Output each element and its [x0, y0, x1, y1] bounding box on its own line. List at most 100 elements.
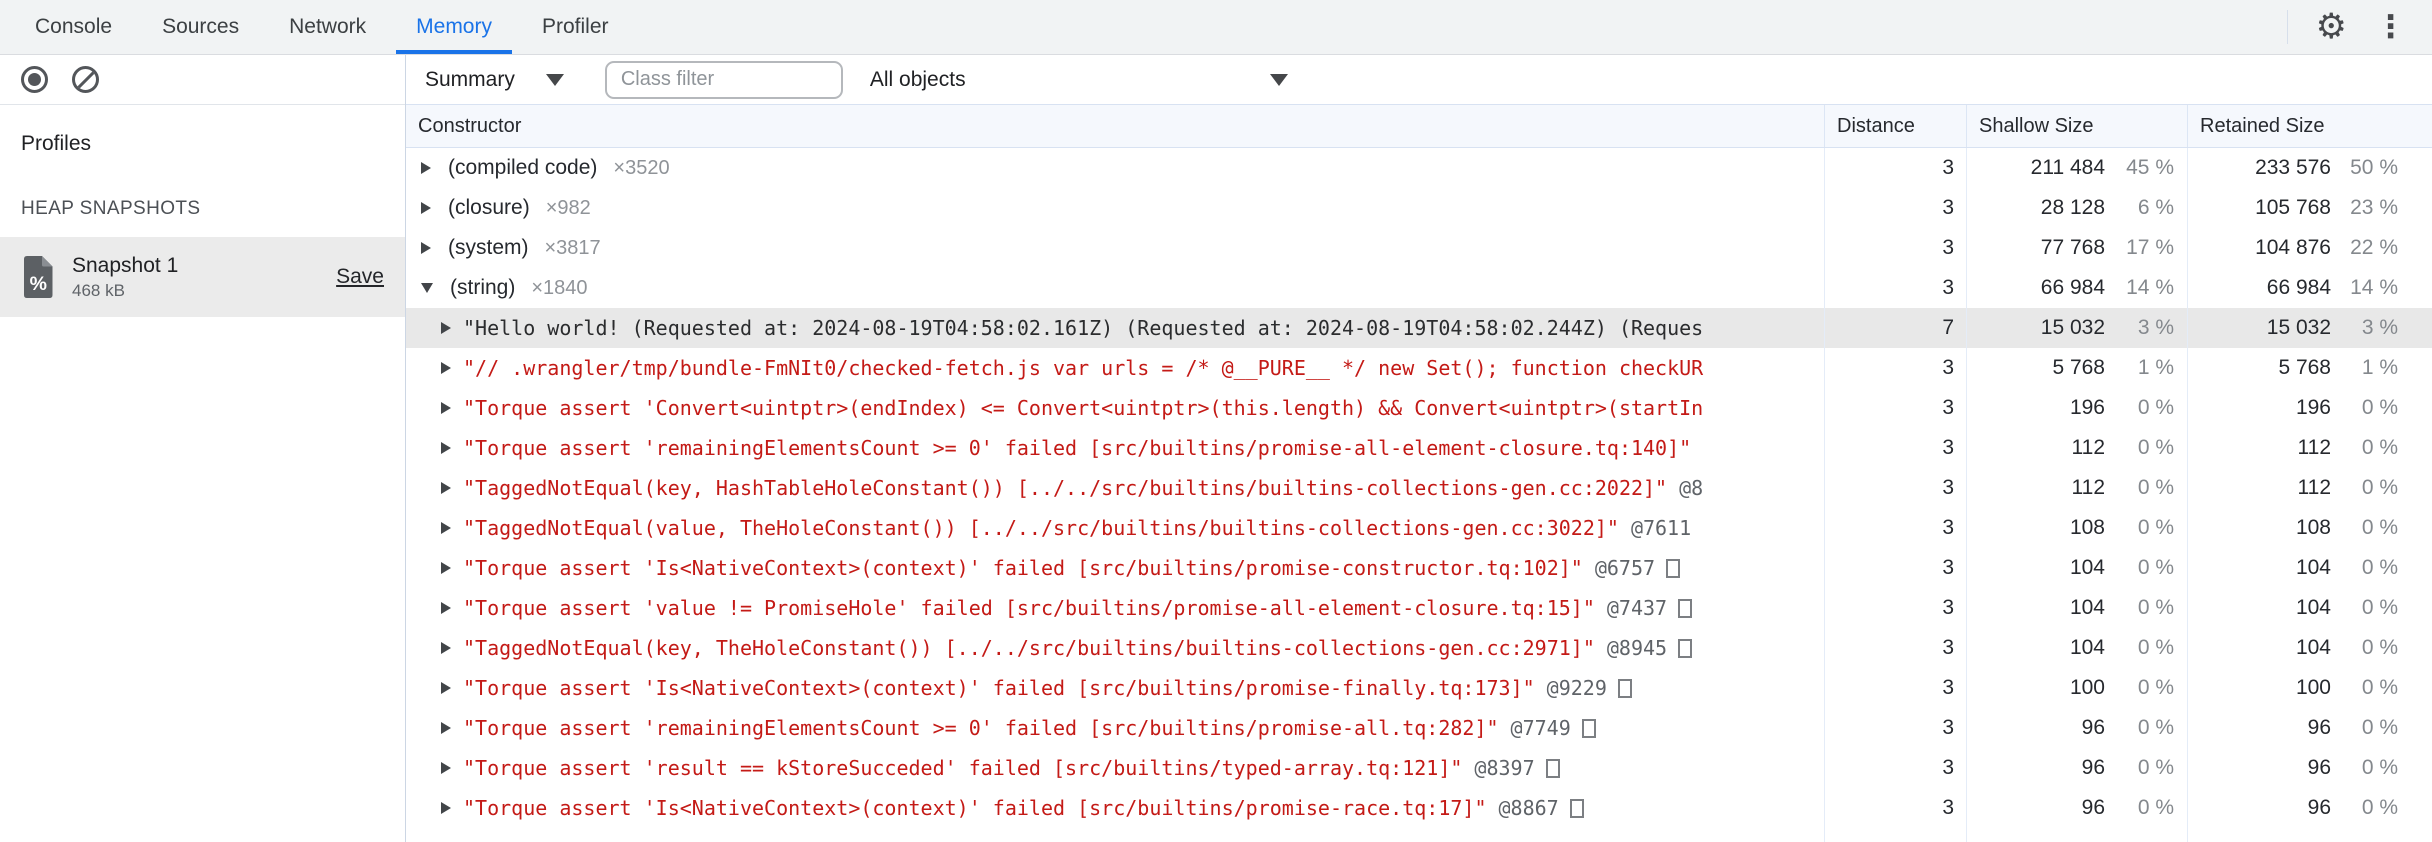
column-header-retained-size[interactable]: Retained Size [2187, 105, 2432, 147]
expander-icon[interactable] [441, 762, 451, 774]
retained-size-cell: 96 0 % [2307, 796, 2398, 819]
expander-icon[interactable] [421, 242, 431, 254]
table-row[interactable]: (string) ×1840 3 66 984 14 % 66 984 14 % [406, 268, 2432, 308]
expander-icon[interactable] [421, 283, 433, 293]
table-row[interactable]: "Torque assert 'result == kStoreSucceded… [406, 748, 2432, 788]
constructor-name: "TaggedNotEqual(value, TheHoleConstant()… [463, 516, 1619, 540]
distance-cell: 3 [1942, 356, 1954, 379]
distance-cell: 3 [1942, 596, 1954, 619]
heap-snapshot-view: Summary All objects Constructor Distance… [406, 55, 2432, 842]
gear-icon[interactable]: ⚙ [2316, 9, 2347, 45]
expander-icon[interactable] [441, 402, 451, 414]
tab-network[interactable]: Network [264, 0, 391, 54]
snapshot-list-item[interactable]: % Snapshot 1 468 kB Save [0, 237, 405, 317]
profiles-sidebar-pane: Profiles HEAP SNAPSHOTS % Snapshot 1 468… [0, 55, 406, 842]
table-row[interactable]: "TaggedNotEqual(key, TheHoleConstant()) … [406, 628, 2432, 668]
instance-count: ×1840 [531, 276, 588, 299]
heap-snapshot-file-icon: % [24, 256, 53, 298]
expander-icon[interactable] [441, 562, 451, 574]
perspective-select[interactable]: Summary [425, 68, 564, 92]
panel-body: Profiles HEAP SNAPSHOTS % Snapshot 1 468… [0, 55, 2432, 842]
constructor-name: "Torque assert 'Is<NativeContext>(contex… [463, 556, 1583, 580]
expander-icon[interactable] [441, 682, 451, 694]
kebab-menu-icon[interactable]: ⋮ [2375, 11, 2406, 43]
column-header-shallow-size[interactable]: Shallow Size [1966, 105, 2187, 147]
constructor-cell: "Torque assert 'Convert<uintptr>(endInde… [406, 388, 1824, 428]
expander-icon[interactable] [441, 722, 451, 734]
shallow-size-cell: 211 484 45 % [2030, 156, 2174, 179]
tab-sources[interactable]: Sources [137, 0, 264, 54]
table-row[interactable]: "TaggedNotEqual(key, HashTableHoleConsta… [406, 468, 2432, 508]
tab-label: Sources [162, 15, 240, 38]
shallow-size-cell: 104 0 % [2069, 556, 2174, 579]
snapshot-size: 468 kB [72, 280, 125, 300]
distance-cell: 3 [1942, 196, 1954, 219]
expander-icon[interactable] [441, 362, 451, 374]
table-row[interactable]: (system) ×3817 3 77 768 17 % 104 876 22 % [406, 228, 2432, 268]
object-id: @8945 [1606, 636, 1668, 660]
retained-size-cell: 96 0 % [2307, 716, 2398, 739]
expander-icon[interactable] [421, 162, 431, 174]
tab-profiler[interactable]: Profiler [517, 0, 634, 54]
table-row[interactable]: "Hello world! (Requested at: 2024-08-19T… [406, 308, 2432, 348]
distance-cell: 3 [1942, 676, 1954, 699]
table-row[interactable]: "Torque assert 'Convert<uintptr>(endInde… [406, 388, 2432, 428]
column-header-distance[interactable]: Distance [1824, 105, 1966, 147]
missing-glyph-icon [1617, 678, 1632, 698]
retained-size-cell: 233 576 50 % [2255, 156, 2398, 179]
record-icon[interactable] [21, 66, 48, 93]
retained-size-cell: 112 0 % [2297, 476, 2398, 499]
expander-icon[interactable] [441, 602, 451, 614]
expander-icon[interactable] [441, 642, 451, 654]
constructor-name: "Torque assert 'Convert<uintptr>(endInde… [463, 396, 1704, 420]
constructor-name: "Torque assert 'result == kStoreSucceded… [463, 756, 1463, 780]
constructor-cell: (system) ×3817 [406, 228, 1824, 268]
tab-console[interactable]: Console [10, 0, 137, 54]
table-row[interactable]: "Torque assert 'Is<NativeContext>(contex… [406, 668, 2432, 708]
distance-cell: 7 [1942, 316, 1954, 339]
table-row[interactable]: "Torque assert 'remainingElementsCount >… [406, 708, 2432, 748]
table-row[interactable]: "// .wrangler/tmp/bundle-FmNIt0/checked-… [406, 348, 2432, 388]
distance-cell: 3 [1942, 796, 1954, 819]
snapshot-name: Snapshot 1 [72, 253, 179, 277]
distance-cell: 3 [1942, 556, 1954, 579]
class-filter-input[interactable] [604, 60, 843, 99]
objects-scope-select[interactable]: All objects [870, 68, 1288, 92]
expander-icon[interactable] [441, 442, 451, 454]
table-row[interactable]: "Torque assert 'Is<NativeContext>(contex… [406, 548, 2432, 588]
expander-icon[interactable] [441, 482, 451, 494]
distance-cell: 3 [1942, 476, 1954, 499]
shallow-size-cell: 77 768 17 % [2040, 236, 2174, 259]
shallow-size-cell: 104 0 % [2069, 596, 2174, 619]
table-row[interactable]: "TaggedNotEqual(value, TheHoleConstant()… [406, 508, 2432, 548]
profiles-title: Profiles [21, 132, 92, 155]
shallow-size-cell: 28 128 6 % [2040, 196, 2174, 219]
instance-count: ×3520 [613, 156, 670, 179]
constructor-name: "Torque assert 'Is<NativeContext>(contex… [463, 676, 1535, 700]
table-row[interactable]: "Torque assert 'remainingElementsCount >… [406, 428, 2432, 468]
distance-cell: 3 [1942, 756, 1954, 779]
constructor-cell: (string) ×1840 [406, 268, 1824, 308]
retained-size-cell: 108 0 % [2295, 516, 2398, 539]
expander-icon[interactable] [441, 322, 451, 334]
table-row[interactable]: (compiled code) ×3520 3 211 484 45 % 233 … [406, 148, 2432, 188]
retained-size-cell: 196 0 % [2295, 396, 2398, 419]
column-header-constructor[interactable]: Constructor [406, 105, 1824, 147]
distance-cell: 3 [1942, 276, 1954, 299]
constructor-cell: "Torque assert 'Is<NativeContext>(contex… [406, 548, 1824, 588]
expander-icon[interactable] [441, 802, 451, 814]
table-row[interactable]: (closure) ×982 3 28 128 6 % 105 768 23 % [406, 188, 2432, 228]
tabbar-actions: ⚙ ⋮ [2286, 0, 2432, 54]
retained-size-cell: 104 0 % [2295, 636, 2398, 659]
table-row[interactable]: "Torque assert 'value != PromiseHole' fa… [406, 588, 2432, 628]
save-snapshot-link[interactable]: Save [336, 265, 384, 289]
constructor-name: "Torque assert 'remainingElementsCount >… [463, 436, 1692, 460]
shallow-size-cell: 96 0 % [2081, 796, 2174, 819]
expander-icon[interactable] [421, 202, 431, 214]
constructor-name: "Torque assert 'value != PromiseHole' fa… [463, 596, 1595, 620]
table-row[interactable]: "Torque assert 'Is<NativeContext>(contex… [406, 788, 2432, 828]
clear-icon[interactable] [72, 66, 99, 93]
constructor-cell: "TaggedNotEqual(value, TheHoleConstant()… [406, 508, 1824, 548]
expander-icon[interactable] [441, 522, 451, 534]
tab-memory[interactable]: Memory [391, 0, 517, 54]
